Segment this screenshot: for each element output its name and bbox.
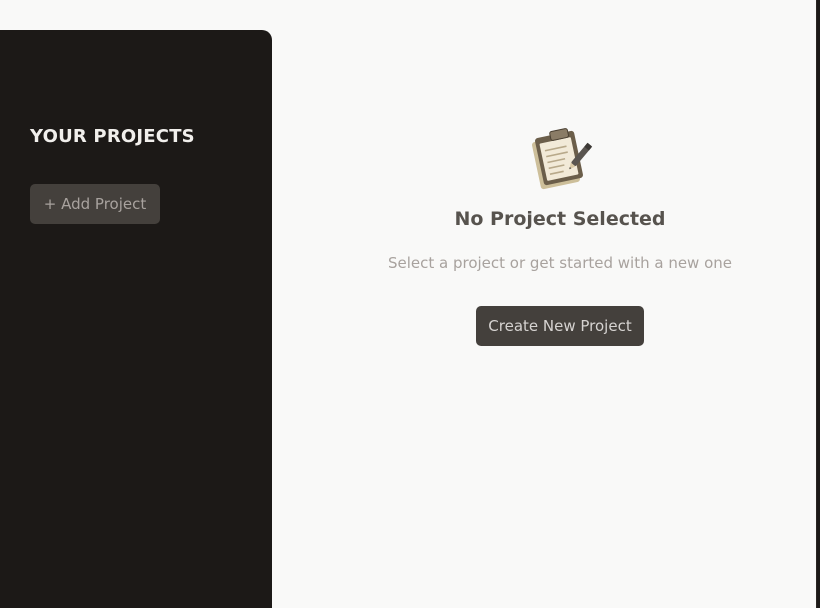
projects-sidebar: YOUR PROJECTS + Add Project — [0, 30, 272, 608]
clipboard-icon — [532, 128, 593, 190]
app-window: YOUR PROJECTS + Add Project No Project S… — [0, 0, 820, 608]
no-project-panel: No Project Selected Select a project or … — [272, 0, 816, 608]
sidebar-title: YOUR PROJECTS — [30, 126, 195, 147]
window-edge-line — [816, 0, 817, 608]
empty-state-subtitle: Select a project or get started with a n… — [387, 254, 733, 272]
add-project-button[interactable]: + Add Project — [30, 184, 160, 224]
empty-state-title: No Project Selected — [454, 208, 666, 230]
create-new-project-button[interactable]: Create New Project — [476, 306, 644, 346]
